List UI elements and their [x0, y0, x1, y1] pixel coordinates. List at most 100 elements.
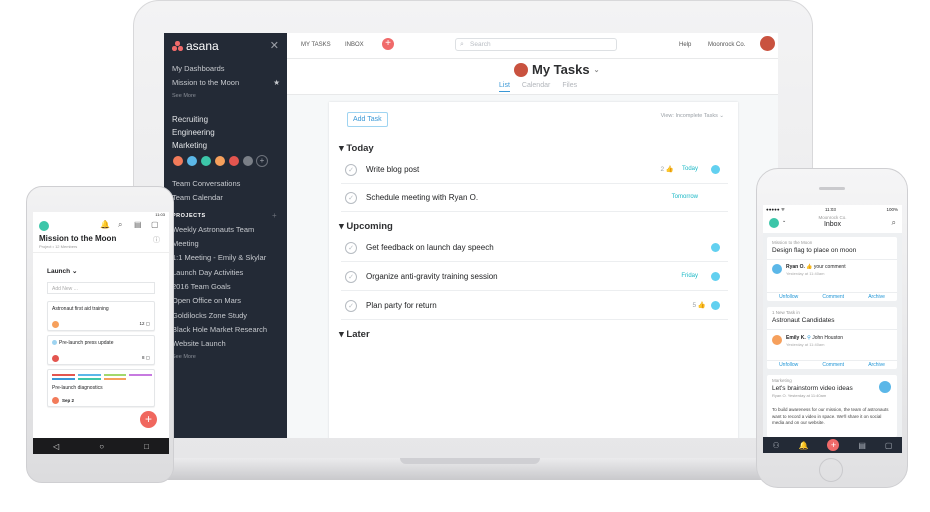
- search-icon[interactable]: ⌕: [118, 220, 122, 230]
- due-date[interactable]: Friday: [681, 273, 698, 279]
- team-engineering[interactable]: Engineering: [172, 128, 215, 137]
- inbox-item[interactable]: 1 New Task in Astronaut Candidates Emily…: [767, 307, 897, 369]
- archive-button[interactable]: Archive: [868, 293, 885, 301]
- due-date[interactable]: Today: [682, 166, 698, 172]
- section-upcoming[interactable]: ▾ Upcoming: [339, 221, 393, 232]
- sidebar-item-mission-to-the-moon[interactable]: Mission to the Moon ★: [172, 78, 280, 87]
- quick-add-icon[interactable]: +: [382, 38, 394, 50]
- brand-logo[interactable]: asana: [172, 39, 219, 53]
- check-icon[interactable]: ✓: [345, 271, 357, 283]
- section-today[interactable]: ▾ Today: [339, 143, 374, 154]
- sidebar-project[interactable]: Goldilocks Zone Study: [172, 311, 247, 320]
- task-card[interactable]: Pre-launch press update 8 ▢: [47, 335, 155, 365]
- task-card[interactable]: Astronaut first aid training 12 ▢: [47, 301, 155, 331]
- avatar[interactable]: [228, 155, 240, 167]
- task-row[interactable]: ✓ Plan party for return 5 👍: [341, 292, 728, 320]
- inbox-item[interactable]: Mission to the Moon Design flag to place…: [767, 237, 897, 301]
- task-row[interactable]: ✓ Organize anti-gravity training session…: [341, 263, 728, 291]
- task-card[interactable]: Pre-launch diagnostics Sep 2: [47, 369, 155, 407]
- home-icon[interactable]: ○: [99, 442, 104, 451]
- comment-icon[interactable]: ▢: [151, 220, 159, 229]
- see-more-link[interactable]: See More: [172, 354, 196, 360]
- due-date[interactable]: Tomorrow: [672, 194, 698, 200]
- clipboard-icon[interactable]: ▤: [858, 441, 866, 450]
- sidebar-project[interactable]: Website Launch: [172, 339, 226, 348]
- sidebar-item-team-conversations[interactable]: Team Conversations: [172, 179, 240, 188]
- sidebar-item-team-calendar[interactable]: Team Calendar: [172, 193, 223, 202]
- check-icon[interactable]: ✓: [345, 242, 357, 254]
- org-switcher[interactable]: Moonrock Co.: [708, 42, 745, 48]
- check-icon[interactable]: ✓: [345, 192, 357, 204]
- nav-inbox[interactable]: INBOX: [345, 42, 364, 48]
- comment-icon[interactable]: ▢: [885, 441, 893, 450]
- add-project-icon[interactable]: +: [272, 211, 277, 220]
- assignee-avatar[interactable]: [711, 301, 720, 310]
- bell-icon[interactable]: 🔔: [100, 220, 110, 229]
- see-more-link[interactable]: See More: [172, 93, 196, 99]
- add-member-icon[interactable]: +: [256, 155, 268, 167]
- assignee-avatar[interactable]: [711, 272, 720, 281]
- unfollow-button[interactable]: Unfollow: [779, 293, 798, 301]
- search-icon[interactable]: ⌕: [892, 218, 896, 228]
- avatar[interactable]: [39, 221, 49, 231]
- help-link[interactable]: Help: [679, 42, 691, 48]
- tab-calendar[interactable]: Calendar: [522, 82, 550, 92]
- like-count[interactable]: 5 👍: [692, 301, 706, 309]
- assignee-avatar[interactable]: [711, 243, 720, 252]
- add-icon[interactable]: +: [827, 439, 840, 451]
- sidebar-project[interactable]: Launch Day Activities: [172, 268, 243, 277]
- task-row[interactable]: ✓ Schedule meeting with Ryan O. Tomorrow: [341, 184, 728, 212]
- clipboard-icon[interactable]: ▤: [134, 220, 142, 229]
- section-later[interactable]: ▾ Later: [339, 329, 370, 340]
- avatar[interactable]: [242, 155, 254, 167]
- add-new-input[interactable]: Add New ...: [47, 282, 155, 294]
- user-avatar[interactable]: [760, 36, 775, 51]
- sidebar-project[interactable]: Weekly Astronauts Team: [172, 225, 254, 234]
- section-launch[interactable]: Launch ⌄: [47, 267, 77, 275]
- tab-list[interactable]: List: [499, 82, 510, 92]
- avatar[interactable]: [200, 155, 212, 167]
- sidebar-project[interactable]: Black Hole Market Research: [172, 325, 267, 334]
- task-name[interactable]: Plan party for return: [366, 301, 437, 310]
- task-row[interactable]: ✓ Write blog post 2 👍 Today: [341, 156, 728, 184]
- star-icon[interactable]: ★: [273, 78, 280, 87]
- avatar[interactable]: [172, 155, 184, 167]
- sidebar-item-my-dashboards[interactable]: My Dashboards: [172, 64, 225, 73]
- back-icon[interactable]: ◁: [53, 442, 59, 451]
- team-recruiting[interactable]: Recruiting: [172, 115, 208, 124]
- view-filter-dropdown[interactable]: View: Incomplete Tasks ⌄: [661, 113, 724, 119]
- avatar[interactable]: [214, 155, 226, 167]
- add-fab-button[interactable]: +: [140, 411, 157, 428]
- task-row[interactable]: ✓ Get feedback on launch day speech: [341, 234, 728, 262]
- home-button[interactable]: [819, 458, 843, 482]
- person-icon[interactable]: ⚇: [772, 441, 779, 450]
- search-input[interactable]: ⌕ Search: [455, 38, 617, 51]
- task-name[interactable]: Organize anti-gravity training session: [366, 272, 498, 281]
- inbox-item[interactable]: Marketing Let's brainstorm video ideas R…: [767, 375, 897, 437]
- page-title[interactable]: My Tasks ⌄: [514, 62, 599, 77]
- recents-icon[interactable]: □: [144, 442, 149, 451]
- task-name[interactable]: Schedule meeting with Ryan O.: [366, 193, 478, 202]
- task-name[interactable]: Get feedback on launch day speech: [366, 243, 494, 252]
- nav-my-tasks[interactable]: MY TASKS: [301, 42, 331, 48]
- check-icon[interactable]: ✓: [345, 300, 357, 312]
- archive-button[interactable]: Archive: [868, 361, 885, 369]
- chevron-down-icon[interactable]: ⌄: [594, 66, 600, 74]
- sidebar-project[interactable]: Open Office on Mars: [172, 296, 241, 305]
- comment-button[interactable]: Comment: [822, 361, 844, 369]
- tab-files[interactable]: Files: [562, 82, 577, 92]
- comment-button[interactable]: Comment: [822, 293, 844, 301]
- sidebar-project[interactable]: Meeting: [172, 239, 199, 248]
- bell-icon[interactable]: 🔔: [799, 441, 809, 450]
- sidebar-project[interactable]: 2016 Team Goals: [172, 282, 231, 291]
- team-marketing[interactable]: Marketing: [172, 141, 207, 150]
- unfollow-button[interactable]: Unfollow: [779, 361, 798, 369]
- add-task-button[interactable]: Add Task: [347, 112, 388, 127]
- assignee-avatar[interactable]: [711, 165, 720, 174]
- like-count[interactable]: 2 👍: [660, 165, 674, 173]
- info-icon[interactable]: ⓘ: [153, 235, 160, 245]
- sidebar-project[interactable]: 1:1 Meeting - Emily & Skylar: [172, 253, 266, 262]
- task-name[interactable]: Write blog post: [366, 165, 419, 174]
- avatar[interactable]: [186, 155, 198, 167]
- check-icon[interactable]: ✓: [345, 164, 357, 176]
